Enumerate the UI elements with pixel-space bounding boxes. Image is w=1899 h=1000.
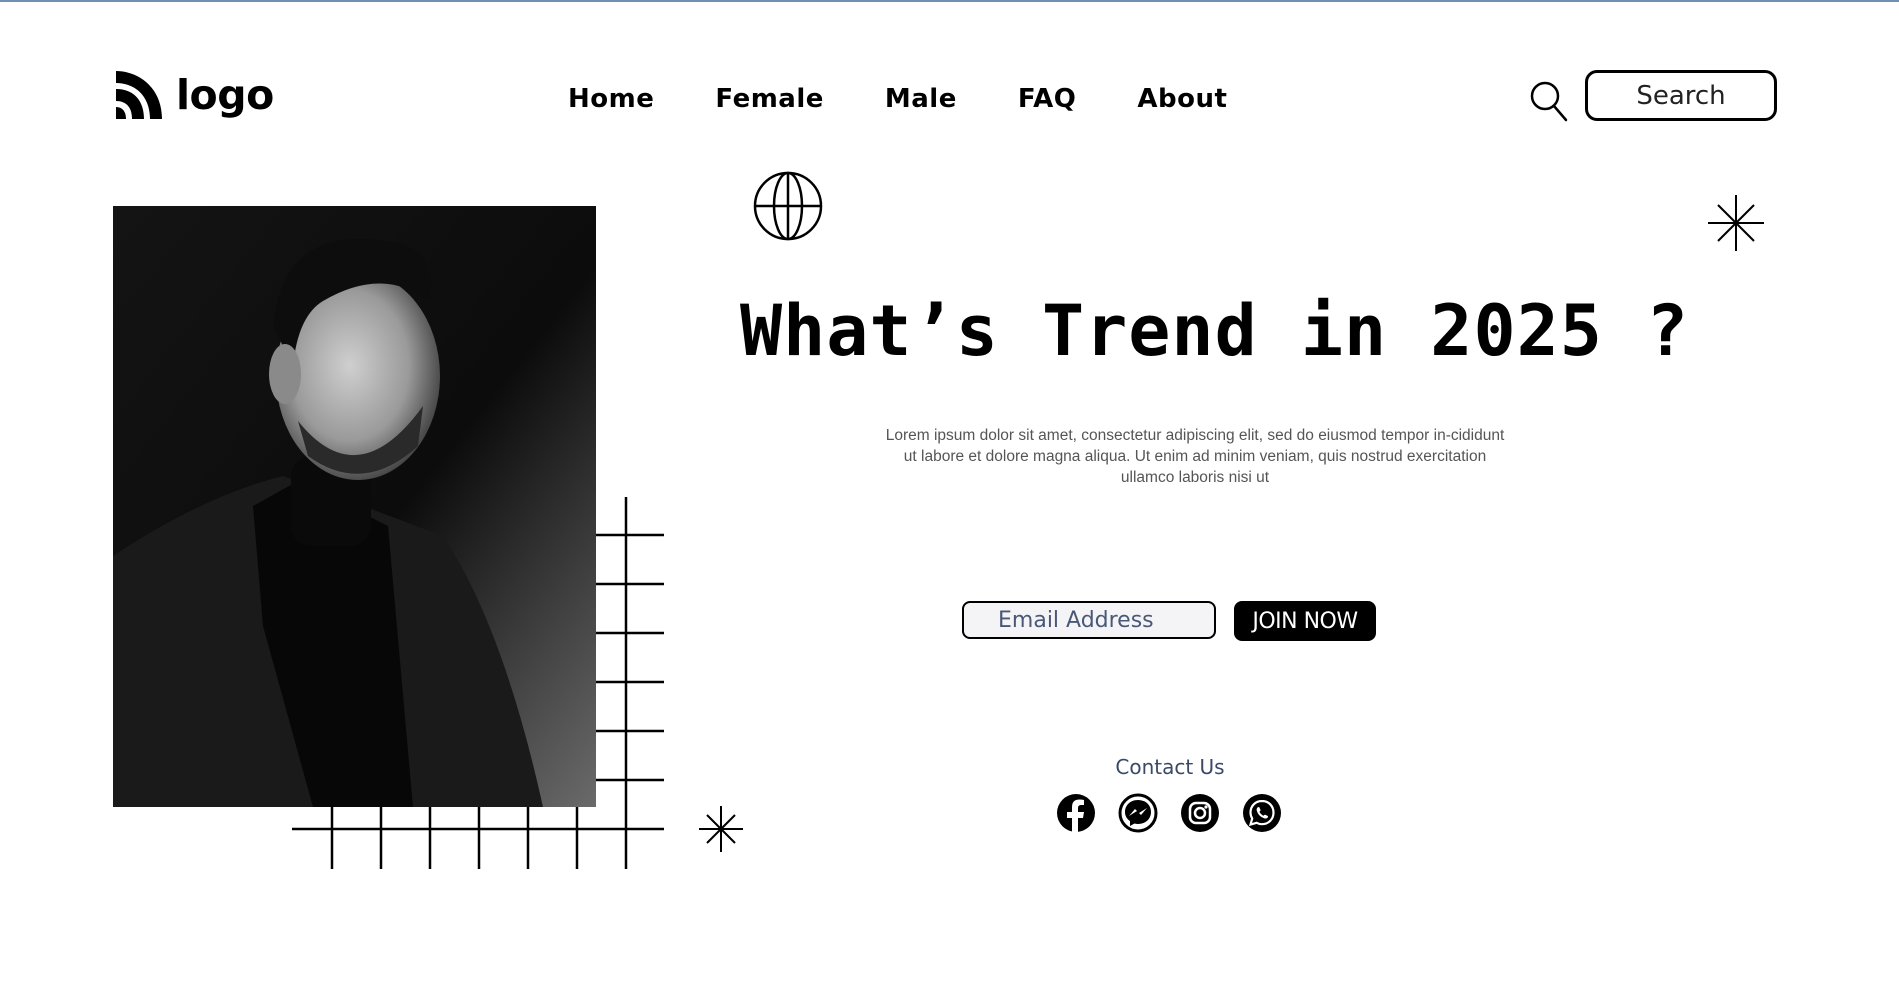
whatsapp-icon[interactable] [1242, 793, 1282, 833]
globe-icon [753, 171, 823, 241]
grid-decoration [292, 497, 664, 869]
logo-text: logo [176, 71, 274, 119]
contact-us-label: Contact Us [1115, 755, 1225, 779]
social-links [1056, 793, 1282, 833]
nav-faq[interactable]: FAQ [1018, 84, 1077, 114]
hero-headline: What’s Trend in 2025 ? [740, 290, 1690, 372]
search-button[interactable]: Search [1585, 70, 1777, 121]
logo[interactable]: logo [112, 69, 274, 121]
join-now-button[interactable]: JOIN NOW [1234, 601, 1376, 641]
email-field[interactable] [962, 601, 1216, 639]
nav-about[interactable]: About [1137, 84, 1227, 114]
nav-female[interactable]: Female [715, 84, 824, 114]
main-nav: Home Female Male FAQ About [568, 84, 1227, 114]
logo-mark-icon [116, 71, 162, 119]
messenger-icon[interactable] [1118, 793, 1158, 833]
nav-male[interactable]: Male [885, 84, 957, 114]
hero-lead-text: Lorem ipsum dolor sit amet, consectetur … [885, 427, 1505, 486]
facebook-icon[interactable] [1056, 793, 1096, 833]
search-icon[interactable] [1530, 80, 1568, 122]
sparkle-icon [699, 806, 743, 852]
nav-home[interactable]: Home [568, 84, 654, 114]
sparkle-icon [1708, 195, 1764, 251]
instagram-icon[interactable] [1180, 793, 1220, 833]
